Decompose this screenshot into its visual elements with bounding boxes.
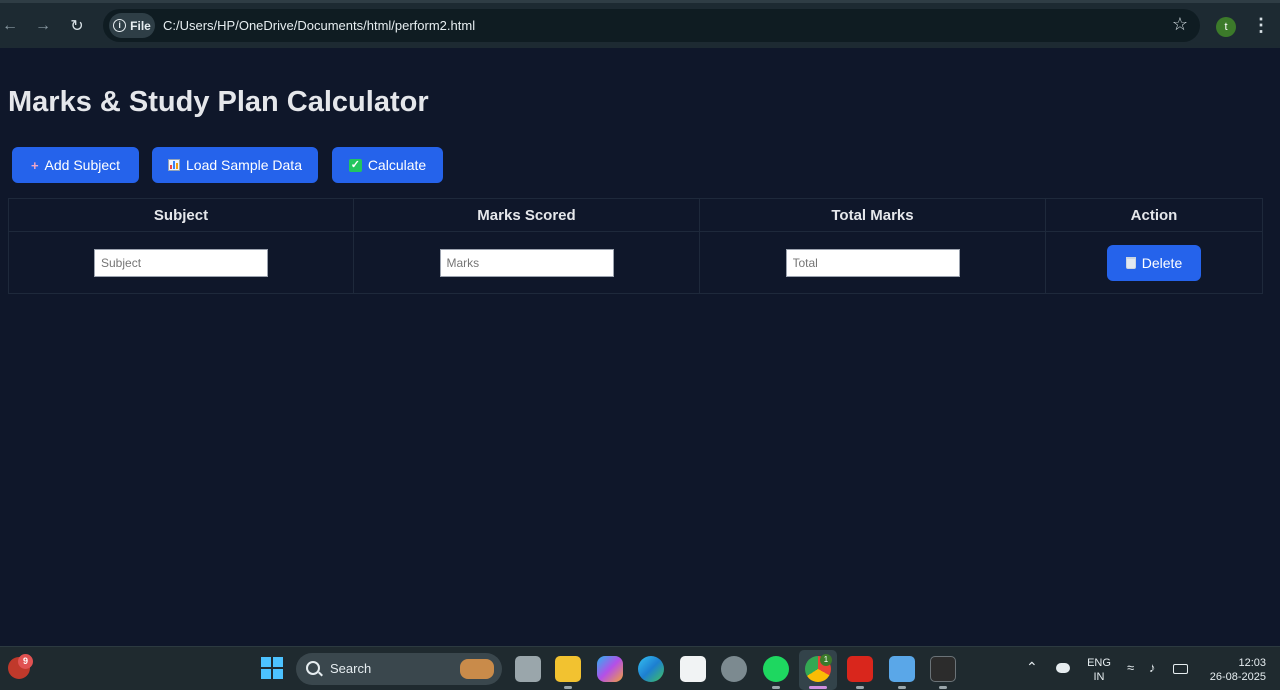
running-indicator — [898, 686, 906, 689]
region-label: IN — [1093, 671, 1105, 683]
language-label: ENG — [1087, 657, 1111, 669]
marks-input[interactable] — [439, 248, 614, 277]
forward-icon[interactable]: → — [30, 13, 56, 39]
language-indicator[interactable]: ENG IN — [1087, 656, 1111, 684]
subject-cell — [8, 231, 354, 294]
active-indicator — [809, 686, 827, 689]
table-header-row: Subject Marks Scored Total Marks Action — [8, 198, 1263, 232]
spotify-icon[interactable] — [763, 656, 789, 682]
url-text[interactable]: C:/Users/HP/OneDrive/Documents/html/perf… — [163, 18, 475, 33]
add-subject-label: Add Subject — [44, 157, 121, 173]
bookmark-star-icon[interactable]: ☆ — [1172, 14, 1188, 35]
back-icon[interactable]: ← — [0, 13, 23, 39]
settings-gear-icon[interactable] — [721, 656, 747, 682]
time-label: 12:03 — [1238, 657, 1266, 669]
reload-icon[interactable]: ↻ — [64, 13, 90, 39]
calculate-button[interactable]: ✓ Calculate — [332, 147, 443, 183]
calculate-label: Calculate — [367, 157, 427, 173]
add-subject-button[interactable]: + Add Subject — [12, 147, 139, 183]
table-row: Delete — [8, 231, 1263, 294]
site-info-chip[interactable]: i File — [109, 13, 155, 38]
date-label: 26-08-2025 — [1209, 671, 1266, 683]
store-icon[interactable] — [680, 656, 706, 682]
marks-table: Subject Marks Scored Total Marks Action … — [8, 198, 1263, 294]
search-highlight-image — [460, 659, 494, 679]
chrome-profile-badge: 1 — [820, 654, 832, 666]
browser-menu-icon[interactable]: ⋮ — [1252, 15, 1270, 36]
bar-chart-icon — [168, 159, 181, 171]
load-sample-data-button[interactable]: Load Sample Data — [152, 147, 318, 183]
header-action: Action — [1045, 198, 1263, 232]
onedrive-icon[interactable] — [1056, 663, 1070, 673]
plus-icon: + — [30, 157, 39, 173]
profile-avatar[interactable]: t — [1216, 17, 1236, 37]
file-explorer-icon[interactable] — [555, 656, 581, 682]
edge-icon[interactable] — [638, 656, 664, 682]
acrobat-icon[interactable] — [847, 656, 873, 682]
running-indicator — [856, 686, 864, 689]
chevron-up-icon[interactable]: ⌃ — [1026, 659, 1038, 676]
running-indicator — [772, 686, 780, 689]
search-icon — [306, 661, 320, 675]
subject-input[interactable] — [94, 248, 268, 277]
task-view-icon[interactable] — [515, 656, 541, 682]
volume-icon[interactable]: ♪ — [1149, 660, 1156, 675]
address-bar[interactable]: i File C:/Users/HP/OneDrive/Documents/ht… — [103, 9, 1200, 42]
trash-icon — [1125, 256, 1136, 269]
wifi-icon[interactable]: ≈ — [1127, 660, 1134, 675]
info-icon: i — [113, 19, 127, 32]
running-indicator — [564, 686, 572, 689]
taskbar-search[interactable]: Search — [296, 653, 502, 685]
browser-toolbar: ← → ↻ i File C:/Users/HP/OneDrive/Docume… — [0, 0, 1280, 48]
page-title: Marks & Study Plan Calculator — [8, 86, 429, 118]
file-chip-label: File — [130, 18, 151, 33]
delete-button[interactable]: Delete — [1107, 244, 1201, 281]
load-sample-label: Load Sample Data — [186, 157, 302, 173]
copilot-icon[interactable] — [597, 656, 623, 682]
total-input[interactable] — [785, 248, 960, 277]
notification-badge: 9 — [18, 654, 33, 669]
running-indicator — [939, 686, 947, 689]
battery-icon[interactable] — [1173, 664, 1188, 674]
action-cell: Delete — [1045, 231, 1263, 294]
header-subject: Subject — [8, 198, 354, 232]
search-label: Search — [330, 661, 372, 676]
total-cell — [699, 231, 1046, 294]
clock[interactable]: 12:03 26-08-2025 — [1200, 656, 1266, 684]
notepad-icon[interactable] — [889, 656, 915, 682]
header-total-marks: Total Marks — [699, 198, 1046, 232]
taskbar: 9 Search 1 ⌃ ENG IN ≈ ♪ 12:03 26-08-2025 — [0, 646, 1280, 690]
header-marks-scored: Marks Scored — [353, 198, 700, 232]
terminal-icon[interactable] — [930, 656, 956, 682]
marks-cell — [353, 231, 700, 294]
delete-label: Delete — [1141, 254, 1183, 271]
check-icon: ✓ — [348, 158, 362, 172]
start-windows-icon[interactable] — [260, 656, 286, 682]
